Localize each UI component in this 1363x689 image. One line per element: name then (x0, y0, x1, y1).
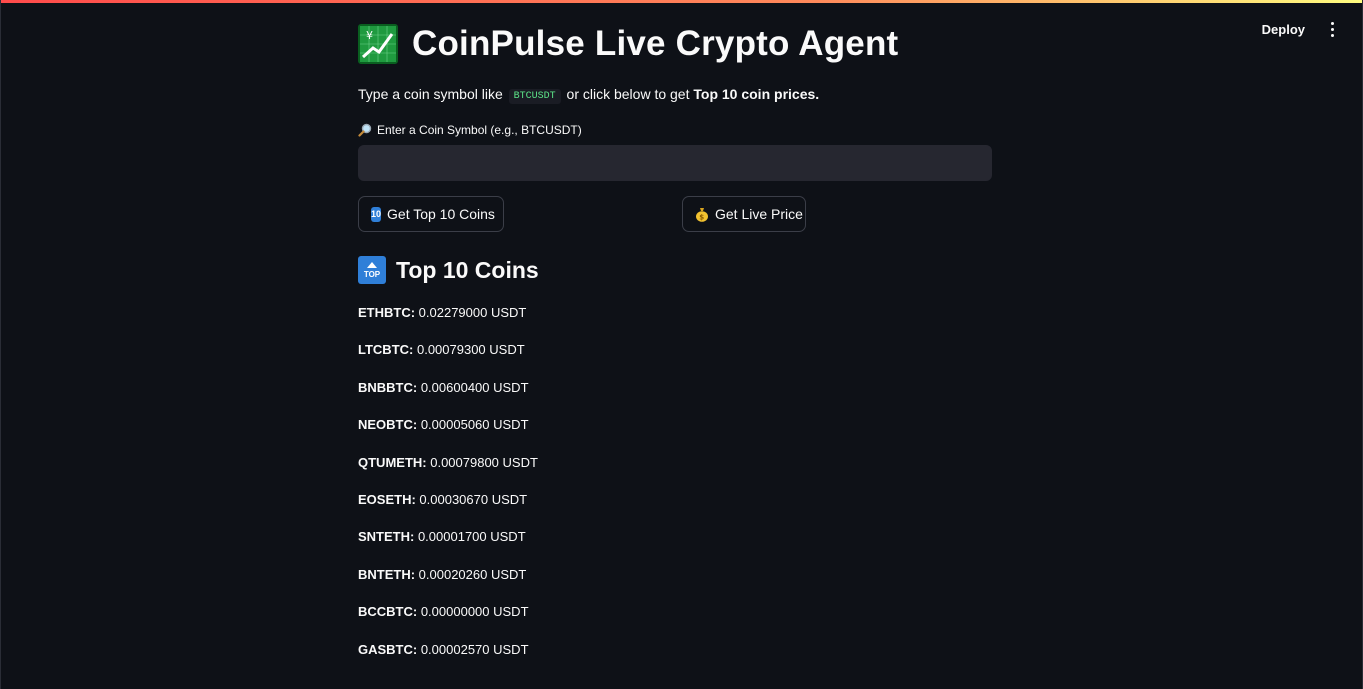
coin-symbol: GASBTC: (358, 641, 418, 657)
intro-text: Type a coin symbol like BTCUSDT or click… (358, 86, 820, 104)
coin-row: QTUMETH: 0.00079800 USDT (358, 455, 538, 492)
top-arrow-icon: TOP (358, 256, 386, 284)
coin-symbol: QTUMETH: (358, 454, 427, 470)
coin-symbol: LTCBTC: (358, 342, 414, 358)
coin-price: 0.00030670 USDT (415, 491, 528, 507)
coin-symbol: BNTETH: (358, 566, 416, 582)
kebab-menu-icon[interactable] (1323, 19, 1341, 39)
get-live-price-button[interactable]: $ Get Live Price (682, 196, 806, 232)
coin-row: GASBTC: 0.00002570 USDT (358, 642, 538, 679)
coin-row: BCCBTC: 0.00000000 USDT (358, 604, 538, 641)
coin-symbol: BNBBTC: (358, 379, 418, 395)
svg-text:$: $ (699, 213, 704, 221)
coin-price: 0.00600400 USDT (417, 379, 529, 395)
intro-bold-text: Top 10 coin prices. (693, 86, 820, 102)
coin-symbol-label: Enter a Coin Symbol (e.g., BTCUSDT) (358, 123, 582, 137)
coin-symbol: ETHBTC: (358, 305, 416, 320)
intro-text-before: Type a coin symbol like (358, 86, 503, 102)
intro-text-middle: or click below to get (566, 86, 690, 102)
section-title: Top 10 Coins (396, 256, 539, 283)
money-bag-icon: $ (695, 207, 709, 222)
coin-symbol-label-text: Enter a Coin Symbol (e.g., BTCUSDT) (377, 123, 582, 137)
get-top-10-coins-button[interactable]: 10 Get Top 10 Coins (358, 196, 504, 232)
coin-row: BNTETH: 0.00020260 USDT (358, 567, 538, 604)
coin-row: NEOBTC: 0.00005060 USDT (358, 417, 538, 454)
coin-row: BNBBTC: 0.00600400 USDT (358, 380, 538, 417)
title-row: ¥ CoinPulse Live Crypto Agent (358, 24, 898, 64)
coin-price: 0.00001700 USDT (414, 529, 526, 545)
coin-symbol: BCCBTC: (358, 604, 418, 620)
coin-price: 0.00020260 USDT (415, 566, 527, 582)
get-top-10-coins-label: Get Top 10 Coins (387, 206, 495, 222)
coin-symbol: NEOBTC: (358, 417, 418, 433)
coin-price: 0.00002570 USDT (417, 641, 529, 657)
top-decoration-bar (0, 0, 1363, 3)
top-icon-text: TOP (363, 269, 381, 279)
window-edge-left (0, 0, 1, 689)
coin-price: 0.00079300 USDT (413, 342, 525, 358)
coin-symbol: EOSETH: (358, 491, 416, 507)
coin-symbol-input[interactable] (358, 145, 992, 181)
coin-row: ETHBTC: 0.02279000 USDT (358, 305, 538, 342)
top-10-section-header: TOP Top 10 Coins (358, 256, 539, 284)
svg-text:¥: ¥ (366, 29, 373, 42)
coin-row: LTCBTC: 0.00079300 USDT (358, 342, 538, 379)
header-actions: Deploy (1258, 19, 1341, 39)
chart-increasing-icon: ¥ (358, 24, 398, 64)
coin-price: 0.00005060 USDT (417, 417, 529, 433)
coin-list: ETHBTC: 0.02279000 USDT LTCBTC: 0.000793… (358, 305, 538, 679)
coin-row: SNTETH: 0.00001700 USDT (358, 529, 538, 566)
coin-price: 0.00079800 USDT (426, 454, 538, 470)
get-live-price-label: Get Live Price (715, 206, 803, 222)
coin-price: 0.00000000 USDT (417, 604, 529, 620)
coin-row: EOSETH: 0.00030670 USDT (358, 492, 538, 529)
deploy-button[interactable]: Deploy (1258, 20, 1309, 39)
coin-price: 0.02279000 USDT (415, 305, 527, 320)
coin-symbol: SNTETH: (358, 529, 415, 545)
keycap-ten-icon: 10 (371, 206, 382, 222)
magnifier-icon (358, 123, 372, 137)
page-title: CoinPulse Live Crypto Agent (412, 24, 899, 63)
example-symbol-code: BTCUSDT (508, 89, 561, 104)
